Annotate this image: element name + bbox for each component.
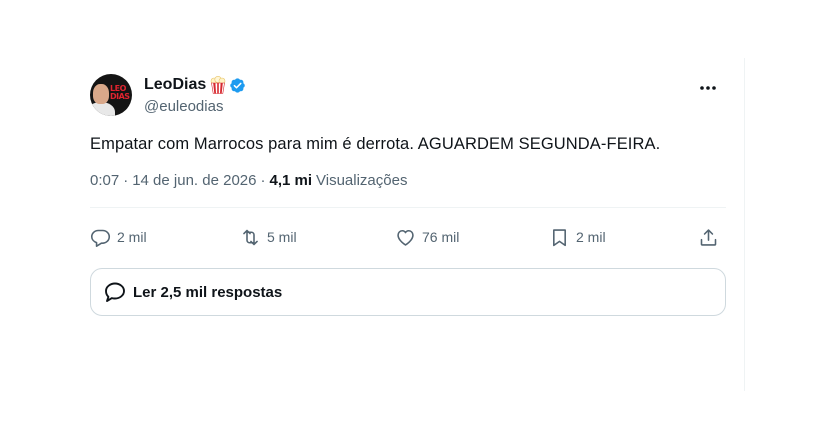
like-button[interactable]: 76 mil bbox=[395, 226, 459, 248]
bookmark-count: 2 mil bbox=[576, 229, 606, 245]
display-name[interactable]: LeoDias bbox=[144, 76, 206, 94]
tweet-time[interactable]: 0:07 bbox=[90, 172, 119, 189]
name-row: LeoDias bbox=[144, 75, 246, 95]
tweet-meta: 0:07 · 14 de jun. de 2026 · 4,1 mi Visua… bbox=[90, 169, 726, 191]
bookmark-button[interactable]: 2 mil bbox=[549, 226, 606, 248]
reply-icon bbox=[90, 229, 111, 247]
tweet-header: LEO DIAS LeoDias @euleodias bbox=[90, 72, 726, 124]
action-bar: 2 mil 5 mil 76 mil 2 mil bbox=[90, 208, 726, 268]
avatar-body bbox=[90, 102, 115, 116]
like-count: 76 mil bbox=[422, 229, 460, 245]
tweet-text: Empatar com Marrocos para mim é derrota.… bbox=[90, 135, 661, 153]
popcorn-icon bbox=[210, 76, 226, 94]
read-replies-label: Ler 2,5 mil respostas bbox=[133, 283, 283, 301]
reply-button[interactable]: 2 mil bbox=[90, 226, 147, 248]
speech-bubble-icon bbox=[105, 282, 125, 302]
more-options-button[interactable] bbox=[696, 76, 720, 100]
more-dots-icon bbox=[700, 86, 716, 90]
share-icon bbox=[700, 228, 717, 246]
meta-separator: · bbox=[123, 171, 129, 189]
handle[interactable]: @euleodias bbox=[144, 98, 246, 115]
share-button[interactable] bbox=[698, 226, 719, 248]
repost-icon bbox=[243, 229, 258, 245]
repost-button[interactable]: 5 mil bbox=[240, 226, 297, 248]
bookmark-icon bbox=[553, 228, 566, 246]
column-divider bbox=[744, 58, 745, 391]
read-replies-button[interactable]: Ler 2,5 mil respostas bbox=[90, 268, 726, 316]
views-count: 4,1 mi bbox=[269, 171, 313, 189]
avatar-face bbox=[93, 84, 109, 104]
author-block: LeoDias @euleodias bbox=[144, 75, 246, 115]
heart-icon bbox=[397, 229, 414, 246]
tweet-card: LEO DIAS LeoDias @euleodias Empatar com … bbox=[90, 72, 726, 316]
verified-badge-icon bbox=[230, 77, 246, 93]
avatar[interactable]: LEO DIAS bbox=[90, 74, 132, 116]
meta-separator: · bbox=[260, 171, 266, 189]
views-label: Visualizações bbox=[316, 171, 408, 189]
reply-count: 2 mil bbox=[117, 229, 147, 245]
repost-count: 5 mil bbox=[267, 229, 297, 245]
avatar-logo: LEO DIAS bbox=[110, 84, 130, 101]
tweet-date[interactable]: 14 de jun. de 2026 bbox=[132, 172, 256, 189]
